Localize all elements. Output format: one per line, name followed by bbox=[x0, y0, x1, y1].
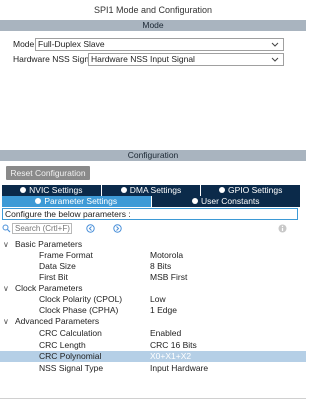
param-row-crc-length[interactable]: CRC Length CRC 16 Bits bbox=[0, 340, 306, 351]
search-icon bbox=[2, 224, 11, 233]
check-circle-icon bbox=[35, 197, 42, 204]
tab-parameter-settings[interactable]: Parameter Settings bbox=[2, 196, 152, 207]
configuration-section-header: Configuration bbox=[0, 150, 306, 161]
check-circle-icon bbox=[191, 197, 198, 204]
chevron-down-icon: ∨ bbox=[3, 284, 9, 293]
nss-label: Hardware NSS Signal bbox=[13, 54, 96, 64]
check-circle-icon bbox=[120, 186, 127, 193]
tab-nvic-settings[interactable]: NVIC Settings bbox=[2, 185, 102, 196]
mode-section-header: Mode bbox=[0, 20, 306, 31]
window-title: SPI1 Mode and Configuration bbox=[0, 0, 306, 20]
configure-hint: Configure the below parameters : bbox=[2, 208, 298, 220]
param-row-crc-polynomial[interactable]: CRC Polynomial X0+X1+X2 bbox=[0, 351, 306, 362]
tree-group-advanced-parameters[interactable]: ∨ Advanced Parameters bbox=[0, 316, 306, 327]
param-row-clock-polarity[interactable]: Clock Polarity (CPOL) Low bbox=[0, 294, 306, 305]
search-row bbox=[0, 222, 306, 236]
param-row-nss-signal-type[interactable]: NSS Signal Type Input Hardware bbox=[0, 363, 306, 374]
info-icon[interactable] bbox=[278, 224, 287, 233]
mode-select[interactable]: Full-Duplex Slave bbox=[35, 38, 284, 51]
bottom-divider bbox=[0, 398, 306, 399]
nss-select[interactable]: Hardware NSS Input Signal bbox=[88, 53, 284, 66]
param-row-data-size[interactable]: Data Size 8 Bits bbox=[0, 261, 306, 272]
chevron-down-icon bbox=[271, 57, 279, 62]
settings-tabs-top: NVIC Settings DMA Settings GPIO Settings bbox=[2, 185, 301, 196]
chevron-down-icon bbox=[271, 42, 279, 47]
chevron-down-icon: ∨ bbox=[3, 240, 9, 249]
search-next-icon[interactable] bbox=[113, 224, 122, 233]
nss-select-value: Hardware NSS Input Signal bbox=[91, 54, 195, 64]
tab-user-constants[interactable]: User Constants bbox=[151, 196, 300, 207]
tab-dma-settings[interactable]: DMA Settings bbox=[101, 185, 202, 196]
chevron-down-icon: ∨ bbox=[3, 317, 9, 326]
settings-tabs-bottom: Parameter Settings User Constants bbox=[2, 196, 300, 207]
check-circle-icon bbox=[219, 186, 225, 193]
mode-row: Mode Full-Duplex Slave bbox=[0, 38, 306, 51]
mode-label: Mode bbox=[13, 39, 35, 49]
tab-gpio-settings[interactable]: GPIO Settings bbox=[201, 185, 301, 196]
param-row-frame-format[interactable]: Frame Format Motorola bbox=[0, 250, 306, 261]
check-circle-icon bbox=[20, 186, 27, 193]
search-input[interactable] bbox=[12, 223, 72, 234]
reset-configuration-button[interactable]: Reset Configuration bbox=[6, 166, 90, 180]
tree-group-clock-parameters[interactable]: ∨ Clock Parameters bbox=[0, 283, 306, 294]
param-row-clock-phase[interactable]: Clock Phase (CPHA) 1 Edge bbox=[0, 305, 306, 316]
search-previous-icon[interactable] bbox=[86, 224, 95, 233]
param-row-crc-calculation[interactable]: CRC Calculation Enabled bbox=[0, 328, 306, 339]
param-row-first-bit[interactable]: First Bit MSB First bbox=[0, 272, 306, 283]
tree-group-basic-parameters[interactable]: ∨ Basic Parameters bbox=[0, 239, 306, 250]
mode-select-value: Full-Duplex Slave bbox=[38, 39, 105, 49]
nss-row: Hardware NSS Signal Hardware NSS Input S… bbox=[0, 53, 306, 66]
